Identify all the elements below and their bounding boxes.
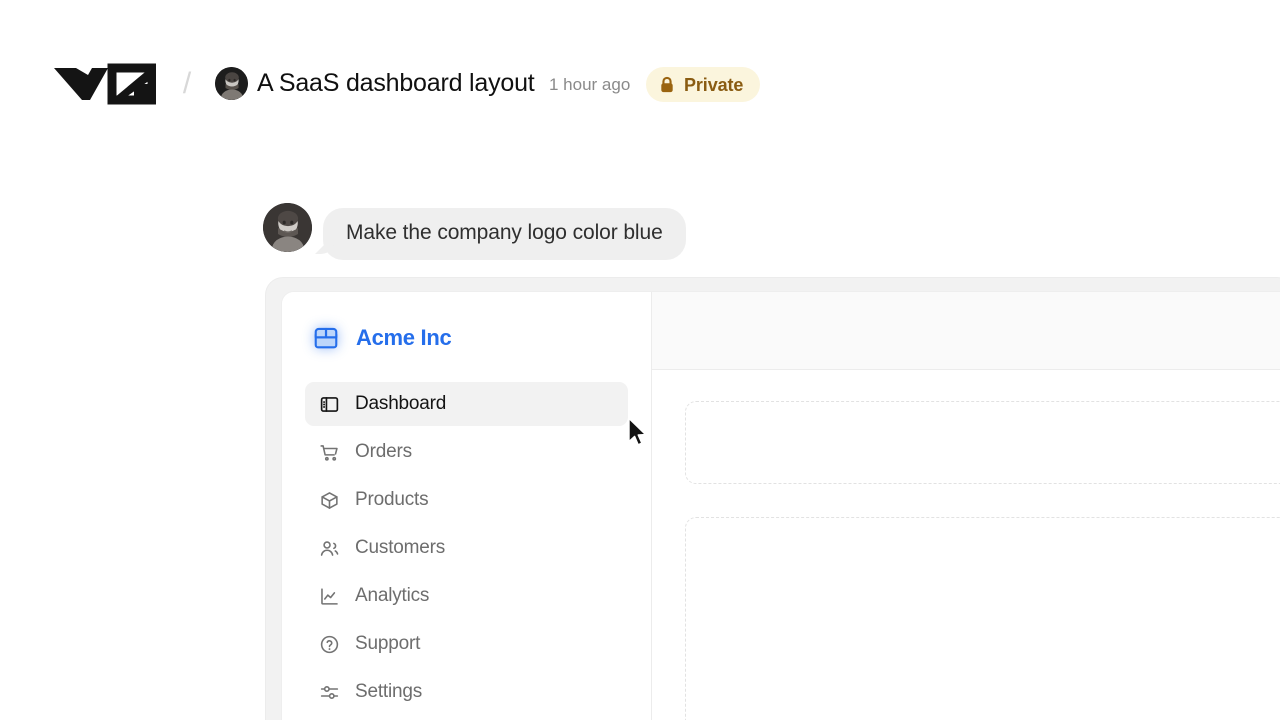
page-title: A SaaS dashboard layout [257,67,535,100]
breadcrumb-bar: / A SaaS dashboard layout 1 hour ago [0,0,1280,150]
chart-line-icon [319,586,340,607]
app-brand[interactable]: Acme Inc [282,317,651,359]
help-circle-icon [319,634,340,655]
sidebar-item-label: Dashboard [355,391,446,417]
user-avatar[interactable] [215,67,248,100]
skeleton-card-bottom [685,517,1280,720]
sidebar-item-label: Settings [355,679,422,705]
chat-message-text: Make the company logo color blue [346,219,663,247]
page-timestamp: 1 hour ago [549,72,630,97]
sidebar-item-label: Support [355,631,420,657]
lock-icon [659,76,675,94]
sidebar-item-analytics[interactable]: Analytics [305,574,628,618]
chat-bubble: Make the company logo color blue [323,208,686,260]
app-topbar [652,292,1280,370]
sidebar-item-label: Products [355,487,428,513]
v0-logo-icon[interactable] [52,58,156,110]
package-box-icon [310,322,342,354]
sidebar-item-orders[interactable]: Orders [305,430,628,474]
status-badge[interactable]: Private [646,67,760,102]
sidebar-item-support[interactable]: Support [305,622,628,666]
status-badge-label: Private [684,75,743,95]
preview-app-window: Acme Inc Dashboard [281,291,1280,720]
app-content [652,370,1280,720]
sidebar-item-label: Customers [355,535,445,561]
users-icon [319,538,340,559]
sidebar-item-label: Orders [355,439,412,465]
chat-message: Make the company logo color blue [263,203,686,260]
app-main [652,292,1280,720]
shopping-cart-icon [319,442,340,463]
package-icon [319,490,340,511]
sidebar-item-customers[interactable]: Customers [305,526,628,570]
breadcrumb-separator: / [176,60,198,108]
app-brand-name: Acme Inc [356,324,451,352]
skeleton-card-top [685,401,1280,484]
sidebar-item-label: Analytics [355,583,429,609]
app-nav: Dashboard Orders [282,382,651,718]
sidebar-item-products[interactable]: Products [305,478,628,522]
sliders-icon [319,682,340,703]
preview-frame: Acme Inc Dashboard [265,277,1280,720]
app-sidebar: Acme Inc Dashboard [282,292,652,720]
sidebar-item-dashboard[interactable]: Dashboard [305,382,628,426]
layout-dashboard-icon [319,394,340,415]
sidebar-item-settings[interactable]: Settings [305,670,628,714]
user-avatar[interactable] [263,203,312,252]
screen: / A SaaS dashboard layout 1 hour ago [0,0,1280,720]
